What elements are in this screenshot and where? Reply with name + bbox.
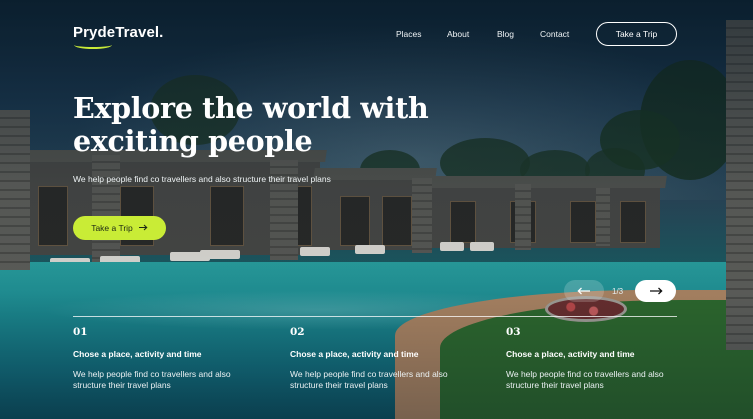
- hero-take-a-trip-button[interactable]: Take a Trip: [73, 216, 166, 240]
- feature-title: Chose a place, activity and time: [73, 349, 202, 359]
- brand-name: PrydeTravel.: [73, 24, 164, 41]
- feature-description: We help people find co travellers and al…: [290, 369, 448, 390]
- hero-cta-label: Take a Trip: [91, 223, 133, 233]
- nav-take-a-trip-button[interactable]: Take a Trip: [596, 22, 677, 46]
- feature-item: 02 Chose a place, activity and time We h…: [290, 326, 470, 391]
- feature-number: 02: [290, 326, 305, 338]
- nav-take-a-trip-label: Take a Trip: [615, 29, 658, 39]
- arrow-left-icon: [577, 282, 591, 300]
- feature-title: Chose a place, activity and time: [290, 349, 419, 359]
- section-divider: [73, 316, 677, 317]
- slider-counter: 1/3: [612, 287, 624, 296]
- brand-logo[interactable]: PrydeTravel.: [73, 24, 164, 49]
- hero-headline: Explore the world with exciting people: [73, 91, 429, 158]
- slider-prev-button[interactable]: [564, 280, 604, 302]
- feature-title: Chose a place, activity and time: [506, 349, 635, 359]
- feature-description: We help people find co travellers and al…: [506, 369, 664, 390]
- feature-item: 01 Chose a place, activity and time We h…: [73, 326, 253, 391]
- nav-link-contact[interactable]: Contact: [540, 29, 569, 39]
- hero-section: PrydeTravel. Places About Blog Contact T…: [0, 0, 753, 419]
- hero-subheading: We help people find co travellers and al…: [73, 174, 331, 184]
- feature-description: We help people find co travellers and al…: [73, 369, 231, 390]
- feature-number: 03: [506, 326, 521, 338]
- logo-swoosh-icon: [74, 41, 112, 49]
- feature-number: 01: [73, 326, 88, 338]
- feature-item: 03 Chose a place, activity and time We h…: [506, 326, 686, 391]
- nav-link-places[interactable]: Places: [396, 29, 422, 39]
- arrow-right-icon: [649, 282, 663, 300]
- slider-next-button[interactable]: [635, 280, 676, 302]
- nav-link-blog[interactable]: Blog: [497, 29, 514, 39]
- nav-link-about[interactable]: About: [447, 29, 469, 39]
- arrow-right-icon: [138, 223, 148, 233]
